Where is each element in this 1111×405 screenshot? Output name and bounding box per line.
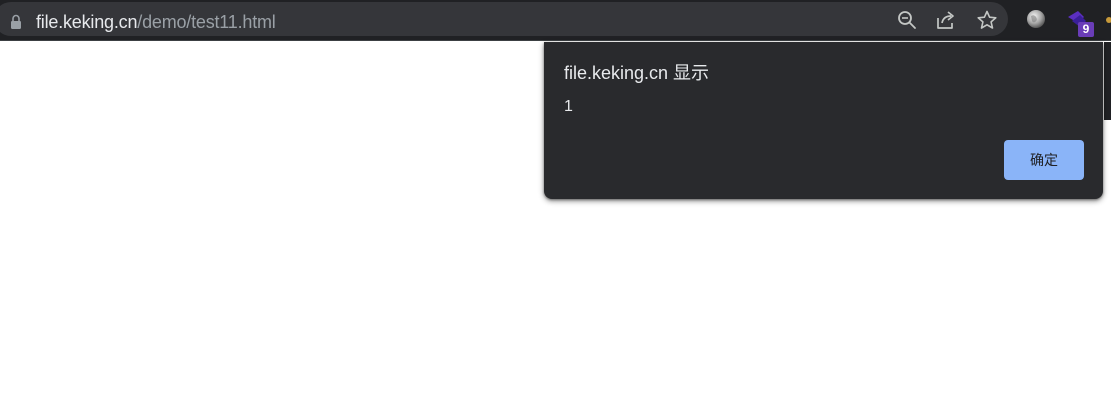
ok-button[interactable]: 确定 (1004, 140, 1084, 180)
side-strip (1104, 42, 1111, 120)
extension-badge: 9 (1078, 22, 1094, 37)
star-icon[interactable] (976, 9, 998, 31)
dialog-title: file.keking.cn 显示 (564, 63, 710, 83)
overflow-extension-icon[interactable] (1106, 17, 1111, 23)
toolbar-divider (0, 40, 1111, 41)
globe-icon[interactable] (1026, 9, 1046, 29)
share-icon[interactable] (935, 9, 957, 31)
alert-dialog: file.keking.cn 显示 1 确定 (544, 42, 1103, 199)
lock-icon[interactable] (10, 14, 22, 30)
url-host: file.keking.cn (36, 12, 138, 32)
zoom-out-icon[interactable] (896, 9, 918, 31)
url-path: /demo/test11.html (137, 12, 276, 32)
address-bar[interactable]: file.keking.cn/demo/test11.html (0, 2, 1008, 36)
browser-toolbar: file.keking.cn/demo/test11.html 9 (0, 0, 1111, 40)
url-text[interactable]: file.keking.cn/demo/test11.html (36, 10, 276, 34)
dialog-message: 1 (564, 98, 573, 115)
